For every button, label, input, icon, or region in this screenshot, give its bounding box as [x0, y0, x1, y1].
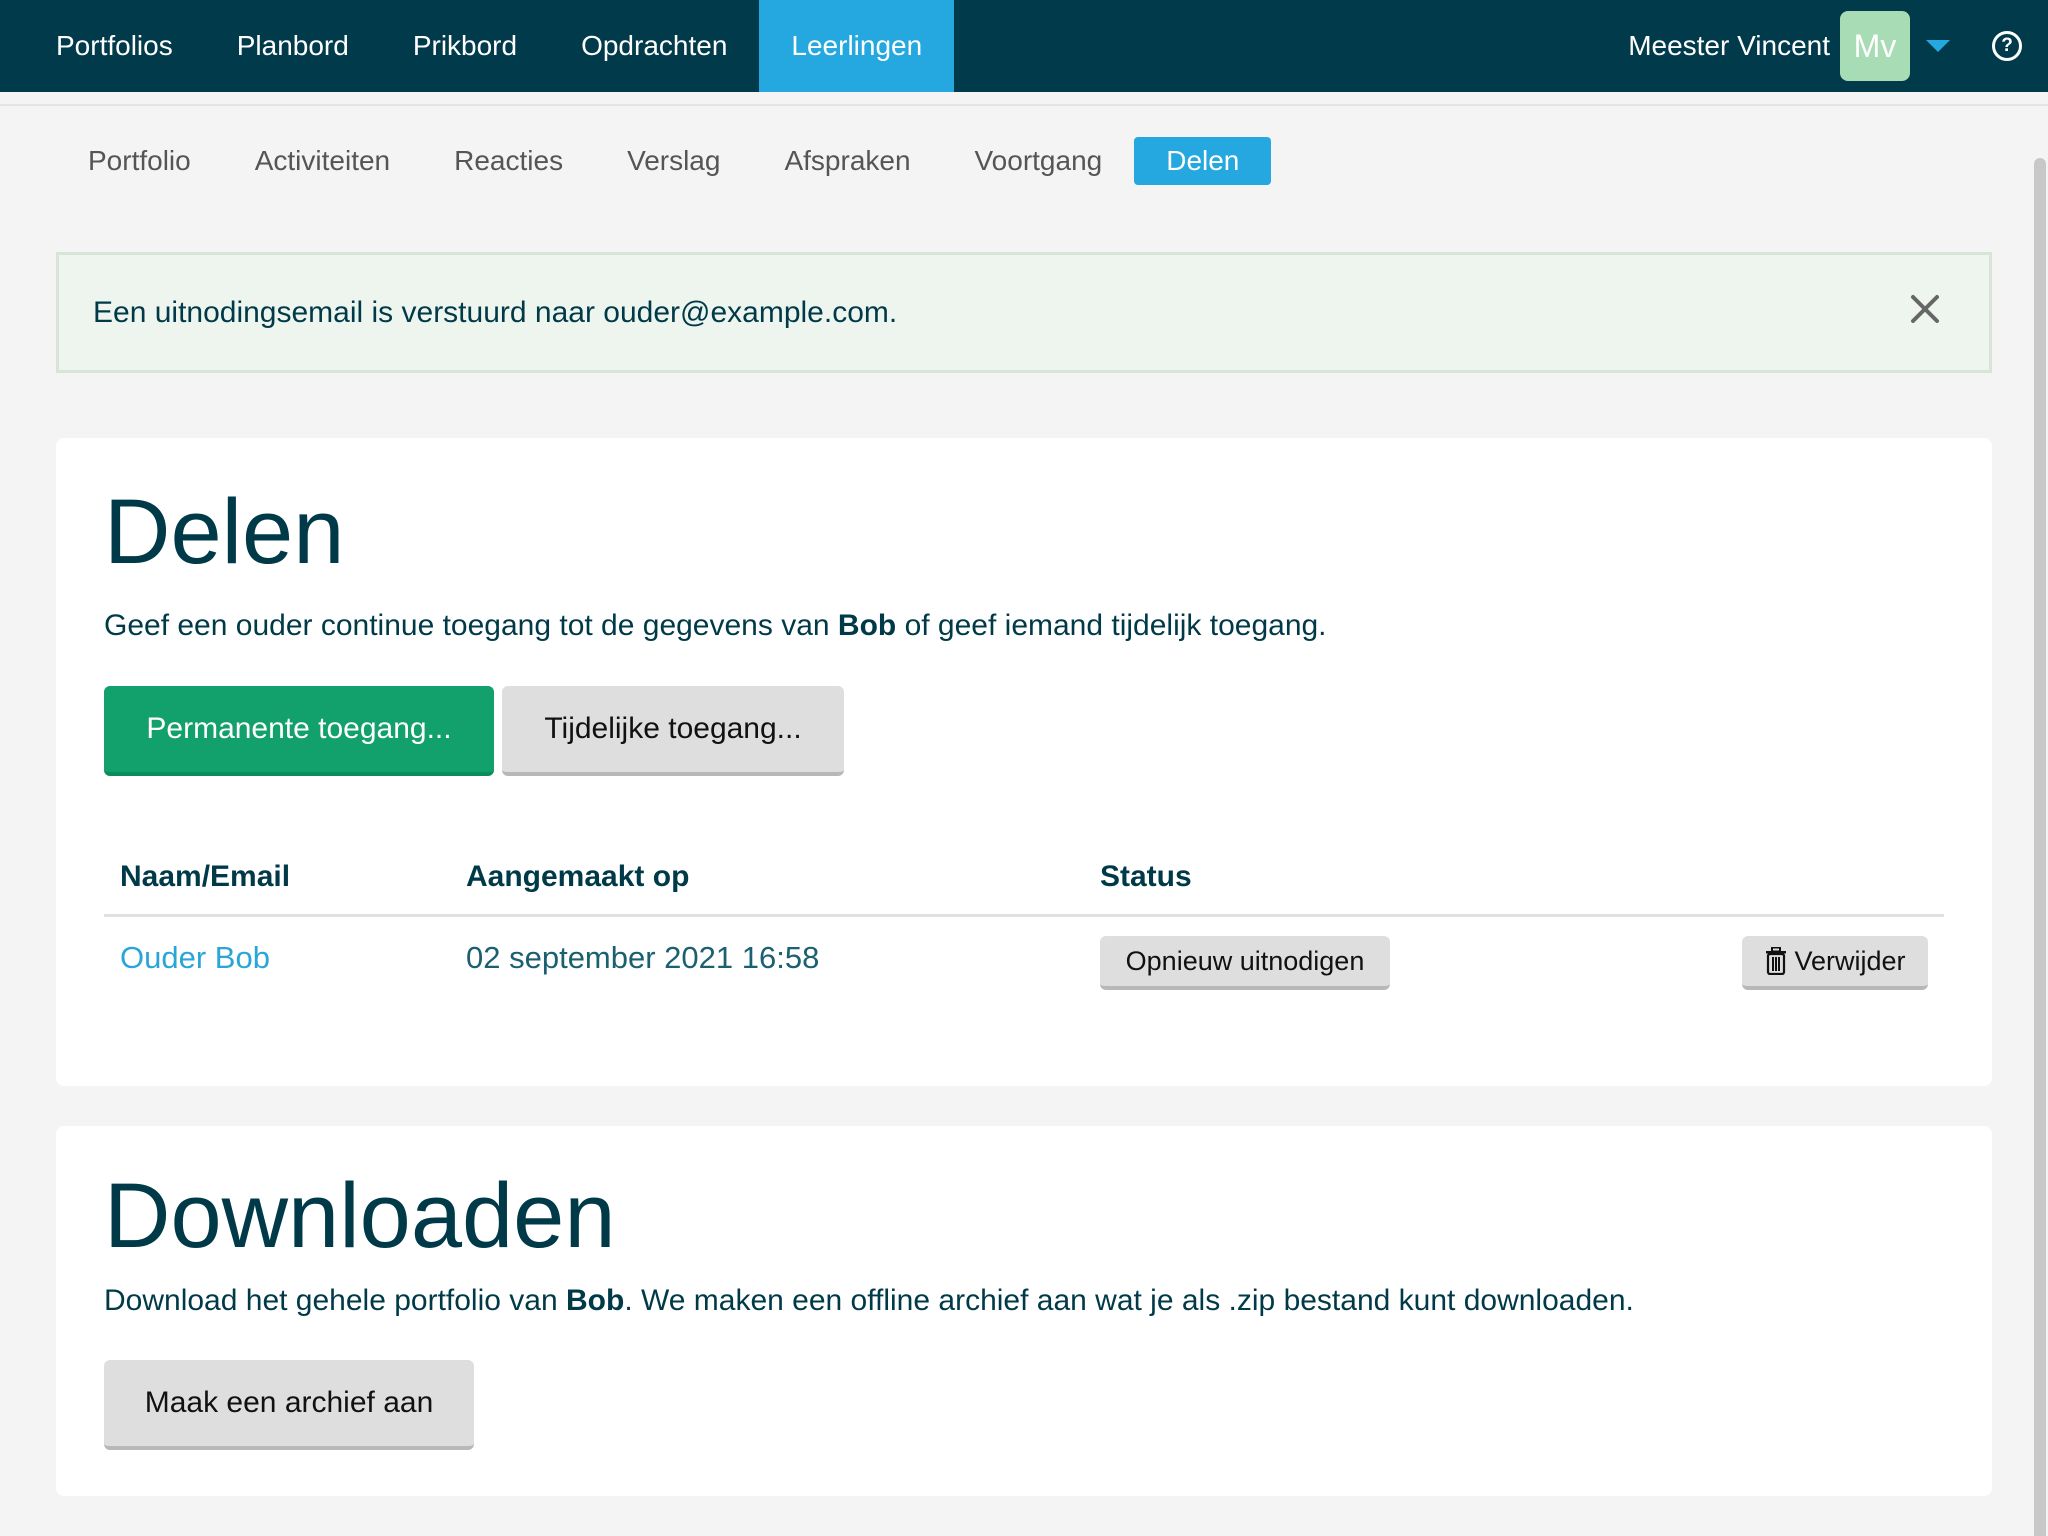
row-created-date: 02 september 2021 16:58 — [466, 940, 820, 975]
table-header-divider — [104, 914, 1944, 917]
permanent-access-button[interactable]: Permanente toegang... — [104, 686, 494, 776]
download-desc-post: . We maken een offline archief aan wat j… — [624, 1284, 1634, 1317]
tab-delen[interactable]: Delen — [1134, 137, 1272, 185]
column-header-created: Aangemaakt op — [466, 860, 690, 893]
alert-message: Een uitnodingsemail is verstuurd naar ou… — [93, 295, 898, 329]
tab-afspraken[interactable]: Afspraken — [752, 137, 942, 185]
download-desc-pre: Download het gehele portfolio van — [104, 1284, 566, 1317]
tab-reacties[interactable]: Reacties — [422, 137, 595, 185]
tab-activiteiten[interactable]: Activiteiten — [223, 137, 422, 185]
top-navbar: Portfolios Planbord Prikbord Opdrachten … — [0, 0, 2048, 92]
tab-voortgang[interactable]: Voortgang — [943, 137, 1135, 185]
share-student-name: Bob — [837, 609, 897, 642]
avatar[interactable]: Mv — [1840, 11, 1910, 81]
temporary-access-button[interactable]: Tijdelijke toegang... — [502, 686, 844, 776]
nav-divider — [0, 92, 2048, 106]
row-name-link[interactable]: Ouder Bob — [120, 940, 270, 976]
close-icon[interactable] — [1905, 289, 1945, 329]
scrollbar-thumb[interactable] — [2034, 158, 2046, 1536]
tab-portfolio[interactable]: Portfolio — [56, 137, 223, 185]
chevron-down-icon[interactable] — [1926, 40, 1950, 52]
nav-item-opdrachten[interactable]: Opdrachten — [549, 0, 759, 92]
nav-item-prikbord[interactable]: Prikbord — [381, 0, 549, 92]
download-student-name: Bob — [565, 1284, 625, 1317]
user-name[interactable]: Meester Vincent — [1628, 30, 1830, 62]
delete-button-label: Verwijder — [1794, 945, 1906, 976]
share-card: Delen Geef een ouder continue toegang to… — [56, 438, 1992, 1086]
help-icon[interactable]: ? — [1992, 31, 2022, 61]
download-title: Downloaden — [104, 1165, 616, 1267]
nav-item-leerlingen[interactable]: Leerlingen — [759, 0, 955, 92]
success-alert: Een uitnodingsemail is verstuurd naar ou… — [56, 252, 1992, 373]
main-nav: Portfolios Planbord Prikbord Opdrachten … — [0, 0, 955, 92]
share-desc-post: of geef iemand tijdelijk toegang. — [896, 609, 1327, 642]
nav-item-planbord[interactable]: Planbord — [205, 0, 381, 92]
user-area: Meester Vincent Mv ? — [1628, 0, 2048, 92]
create-archive-button[interactable]: Maak een archief aan — [104, 1360, 474, 1450]
share-desc-pre: Geef een ouder continue toegang tot de g… — [104, 609, 838, 642]
nav-item-portfolios[interactable]: Portfolios — [24, 0, 205, 92]
reinvite-button[interactable]: Opnieuw uitnodigen — [1100, 936, 1390, 990]
student-subnav: Portfolio Activiteiten Reacties Verslag … — [56, 137, 1272, 185]
download-description: Download het gehele portfolio van Bob. W… — [104, 1284, 1634, 1318]
share-description: Geef een ouder continue toegang tot de g… — [104, 609, 1327, 643]
column-header-status: Status — [1100, 860, 1192, 893]
download-card: Downloaden Download het gehele portfolio… — [56, 1126, 1992, 1496]
trash-icon — [1766, 947, 1787, 975]
share-title: Delen — [104, 481, 345, 583]
column-header-name: Naam/Email — [120, 860, 291, 893]
scrollbar[interactable] — [2030, 106, 2048, 1536]
tab-verslag[interactable]: Verslag — [595, 137, 752, 185]
delete-button[interactable]: Verwijder — [1742, 936, 1928, 990]
